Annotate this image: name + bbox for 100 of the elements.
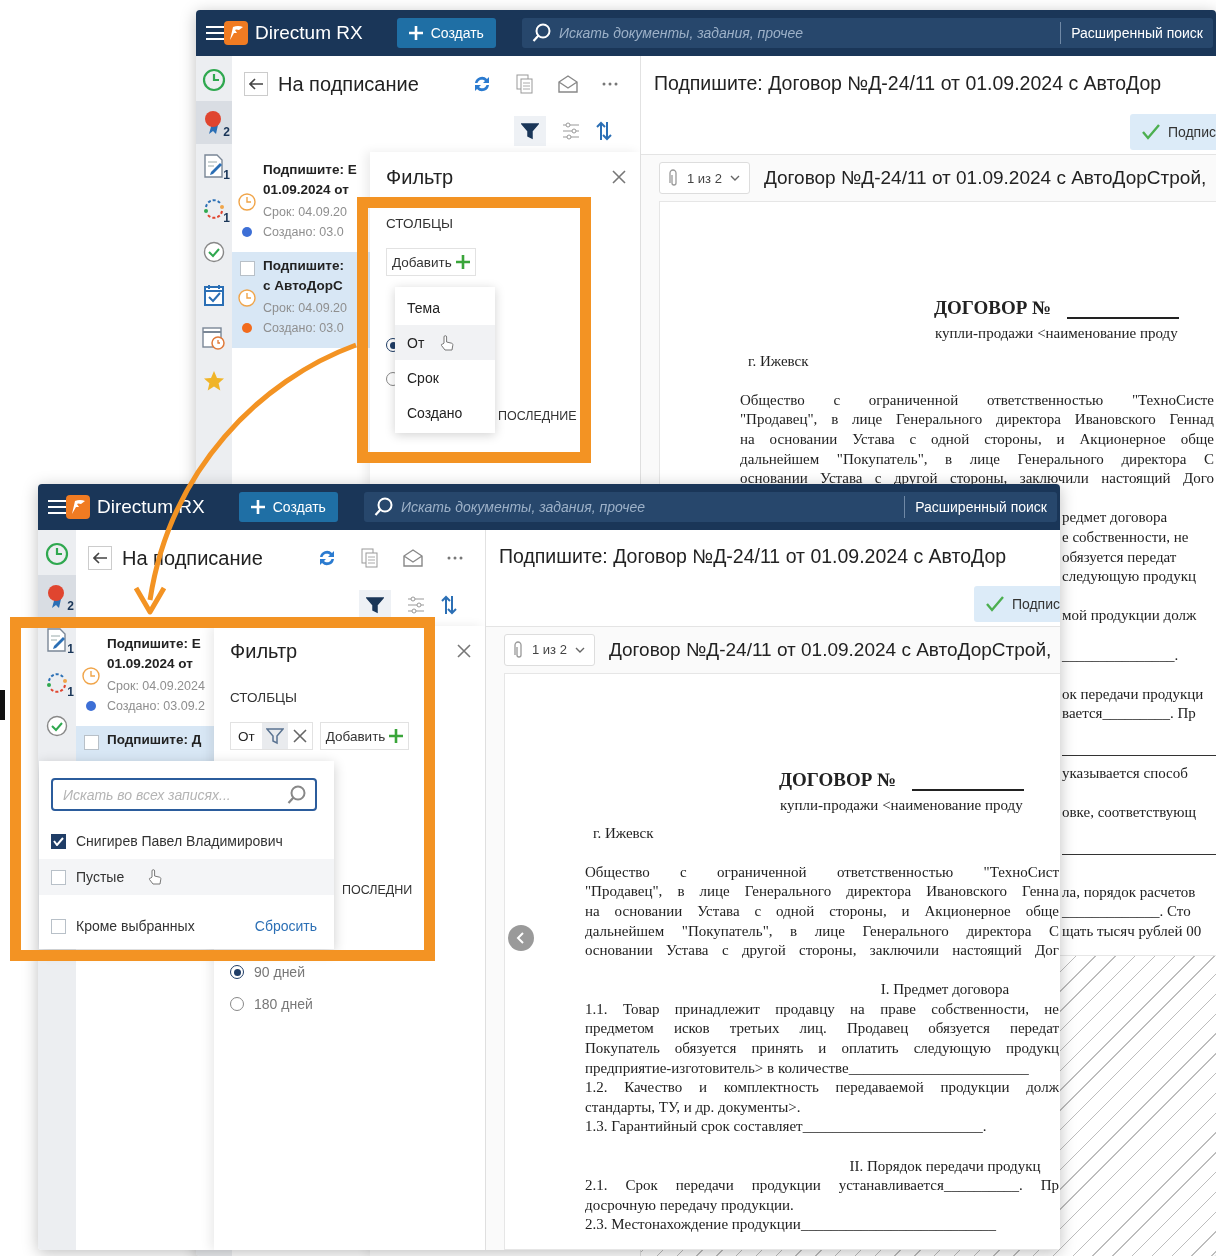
envelope-icon[interactable]: [403, 549, 423, 567]
menu-icon[interactable]: [206, 26, 224, 40]
column-chip[interactable]: От: [230, 722, 313, 750]
search-field[interactable]: Искать документы, задания, прочее: [558, 25, 1054, 41]
task-item[interactable]: Подпишите: с АвтоДорС Срок: 04.09.20 Создано: 03.0: [232, 252, 370, 348]
search-bar[interactable]: Искать документы, задания, прочее Расширенный поиск: [363, 492, 1057, 522]
rail-item[interactable]: 1: [38, 661, 76, 704]
add-column-button[interactable]: Добавить: [386, 248, 476, 276]
search-field[interactable]: Искать документы, задания, прочее: [400, 499, 898, 515]
document-text: на основании Устава с одной стороны, и Акционерное обще: [585, 901, 1059, 921]
badge-count: 1: [67, 685, 74, 699]
radio-button[interactable]: [230, 997, 244, 1011]
more-icon[interactable]: [602, 82, 618, 86]
sort-icon[interactable]: [596, 121, 612, 141]
checkbox[interactable]: [239, 260, 255, 276]
section-heading: II. Порядок передачи продукц: [849, 1157, 1041, 1174]
task-title: с АвтоДорС: [263, 278, 343, 295]
sort-icon[interactable]: [441, 595, 457, 615]
rail-item[interactable]: 1: [196, 144, 232, 187]
attachment-selector[interactable]: 1 из 2: [504, 633, 595, 666]
close-icon[interactable]: [612, 170, 626, 184]
refresh-icon[interactable]: [472, 74, 492, 94]
create-button[interactable]: Создать: [396, 18, 496, 48]
sliders-icon[interactable]: [407, 596, 425, 614]
calendar-check-icon[interactable]: [204, 283, 224, 306]
advanced-search-button[interactable]: Расширенный поиск: [1060, 22, 1213, 44]
search-field[interactable]: Искать во всех записях...: [51, 778, 317, 811]
rail-item[interactable]: 2: [196, 101, 232, 144]
refresh-icon[interactable]: [317, 548, 337, 568]
checkbox[interactable]: [83, 734, 99, 750]
search-bar[interactable]: Искать документы, задания, прочее Расширенный поиск: [521, 18, 1213, 48]
task-title: Подпишите:: [263, 258, 344, 275]
menu-item[interactable]: Тема: [395, 290, 495, 325]
section-label: СТОЛБЦЫ: [386, 216, 454, 233]
rail-item[interactable]: 1: [196, 187, 232, 230]
document-text: обязуется передат: [1062, 548, 1177, 565]
rail-item[interactable]: 2: [38, 575, 76, 618]
task-item[interactable]: Подпишите: Е 01.09.2024 от Срок: 04.09.20 Создано: 03.0: [232, 156, 370, 252]
menu-icon[interactable]: [48, 500, 66, 514]
document-text: следующую продукц: [1062, 568, 1196, 585]
sign-button[interactable]: Подпис: [973, 586, 1060, 623]
reset-link[interactable]: Сбросить: [254, 918, 317, 934]
create-button[interactable]: Создать: [238, 492, 338, 522]
radio-button[interactable]: [230, 965, 244, 979]
section-label: ПОСЛЕДНИ: [342, 883, 413, 897]
document-text: основании Устава с другой стороны, заключили настоящий Дог: [585, 941, 1059, 961]
plus-icon: [455, 255, 470, 269]
document-text: дальнейшем "Покупатель", в лице Генерального директора С: [585, 921, 1059, 941]
previous-page-icon[interactable]: [508, 925, 534, 951]
document-edit-icon[interactable]: [46, 627, 68, 652]
close-icon[interactable]: [457, 644, 471, 658]
cycle-icon[interactable]: [45, 670, 69, 695]
section-heading: I. Предмет договора: [880, 981, 1010, 998]
document-text: 2.1. Срок передачи продукции устанавливается__________. Пр: [585, 1176, 1059, 1196]
menu-item[interactable]: Срок: [395, 360, 495, 395]
filter-button[interactable]: [514, 116, 546, 146]
back-button[interactable]: [244, 72, 268, 96]
option-row[interactable]: Пустые: [39, 859, 334, 895]
clock-icon[interactable]: [45, 541, 69, 566]
chevron-down-icon: [729, 175, 740, 181]
envelope-icon[interactable]: [558, 75, 578, 93]
add-column-button[interactable]: Добавить: [319, 722, 410, 750]
star-icon[interactable]: [203, 369, 225, 392]
copy-icon[interactable]: [361, 548, 379, 568]
plus-icon: [408, 26, 423, 40]
menu-item[interactable]: Создано: [395, 395, 495, 430]
chevron-down-icon: [574, 646, 585, 653]
document-text: Общество с ограниченной ответственностью "ТехноСист: [585, 862, 1059, 882]
document-text: дальнейшем "Покупатель", в лице Генерального директора С: [740, 449, 1214, 469]
more-icon[interactable]: [447, 556, 463, 560]
menu-item[interactable]: От: [395, 325, 495, 360]
copy-icon[interactable]: [516, 74, 534, 94]
rail-item[interactable]: 1: [38, 618, 76, 661]
attachment-selector[interactable]: 1 из 2: [659, 162, 750, 194]
document-text: щать тысяч рублей 00: [1062, 922, 1202, 939]
cycle-icon[interactable]: [202, 196, 226, 221]
advanced-search-button[interactable]: Расширенный поиск: [904, 496, 1057, 518]
document-edit-icon[interactable]: [203, 153, 225, 178]
checkbox[interactable]: [51, 918, 66, 934]
check-circle-icon[interactable]: [46, 714, 68, 737]
back-button[interactable]: [88, 546, 112, 570]
calendar-clock-icon[interactable]: [202, 325, 226, 350]
attachment-name: Договор №Д-24/11 от 01.09.2024 с АвтоДорСтрой,: [763, 167, 1207, 189]
checkbox[interactable]: [51, 869, 66, 885]
check-circle-icon[interactable]: [203, 240, 225, 263]
filter-button[interactable]: [359, 590, 391, 620]
filter-icon[interactable]: [366, 596, 384, 614]
sliders-icon[interactable]: [562, 122, 580, 140]
task-item[interactable]: Подпишите: Е 01.09.2024 от Срок: 04.09.2024 Создано: 03.09.2: [76, 630, 214, 726]
document-text: стандарты, ТУ, и др. документы>.: [585, 1098, 801, 1115]
clock-icon: [82, 667, 100, 685]
checkbox[interactable]: [51, 833, 66, 849]
option-row[interactable]: Снигирев Павел Владимирович: [39, 823, 334, 859]
close-icon[interactable]: [292, 729, 307, 743]
check-icon: [53, 836, 64, 846]
sign-button[interactable]: Подпис: [1129, 114, 1216, 150]
paperclip-icon: [669, 169, 679, 187]
filter-icon[interactable]: [521, 122, 539, 140]
clock-icon[interactable]: [202, 67, 226, 92]
task-title: 01.09.2024 от: [263, 182, 349, 199]
